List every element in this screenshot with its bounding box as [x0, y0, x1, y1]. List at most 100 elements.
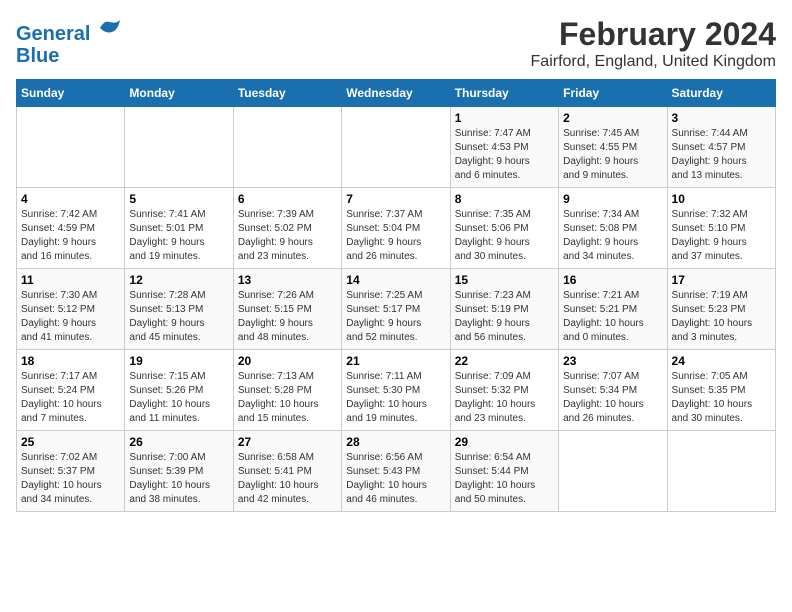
day-info: Sunrise: 7:19 AM Sunset: 5:23 PM Dayligh… [672, 289, 771, 345]
day-info: Sunrise: 7:17 AM Sunset: 5:24 PM Dayligh… [21, 370, 120, 426]
day-number: 13 [238, 273, 337, 287]
day-number: 2 [563, 111, 662, 125]
day-info: Sunrise: 7:32 AM Sunset: 5:10 PM Dayligh… [672, 208, 771, 264]
calendar-cell: 17Sunrise: 7:19 AM Sunset: 5:23 PM Dayli… [667, 269, 775, 350]
calendar-cell: 7 Sunrise: 7:37 AM Sunset: 5:04 PM Daylig… [342, 188, 450, 269]
calendar-cell: 21Sunrise: 7:11 AM Sunset: 5:30 PM Dayli… [342, 350, 450, 431]
day-number: 26 [129, 435, 228, 449]
day-number: 12 [129, 273, 228, 287]
day-number: 27 [238, 435, 337, 449]
calendar-week-row: 18 Sunrise: 7:17 AM Sunset: 5:24 PM Dayli… [17, 350, 776, 431]
calendar-cell [342, 107, 450, 188]
day-info: Sunrise: 7:47 AM Sunset: 4:53 PM Dayligh… [455, 127, 554, 183]
calendar-week-row: 1 Sunrise: 7:47 AM Sunset: 4:53 PM Daylig… [17, 107, 776, 188]
day-number: 8 [455, 192, 554, 206]
day-of-week-header: Thursday [450, 80, 558, 107]
day-number: 10 [672, 192, 771, 206]
calendar-body: 1 Sunrise: 7:47 AM Sunset: 4:53 PM Daylig… [17, 107, 776, 512]
day-info: Sunrise: 7:15 AM Sunset: 5:26 PM Dayligh… [129, 370, 228, 426]
calendar-header-row: SundayMondayTuesdayWednesdayThursdayFrid… [17, 80, 776, 107]
day-number: 14 [346, 273, 445, 287]
calendar-week-row: 11 Sunrise: 7:30 AM Sunset: 5:12 PM Dayli… [17, 269, 776, 350]
day-info: Sunrise: 6:58 AM Sunset: 5:41 PM Dayligh… [238, 451, 337, 507]
day-number: 28 [346, 435, 445, 449]
day-number: 15 [455, 273, 554, 287]
calendar-cell: 22 Sunrise: 7:09 AM Sunset: 5:32 PM Dayli… [450, 350, 558, 431]
calendar-cell: 15 Sunrise: 7:23 AM Sunset: 5:19 PM Dayli… [450, 269, 558, 350]
day-info: Sunrise: 7:11 AM Sunset: 5:30 PM Dayligh… [346, 370, 445, 426]
subtitle: Fairford, England, United Kingdom [531, 53, 776, 71]
calendar-cell: 14Sunrise: 7:25 AM Sunset: 5:17 PM Dayli… [342, 269, 450, 350]
day-number: 11 [21, 273, 120, 287]
calendar-cell: 18 Sunrise: 7:17 AM Sunset: 5:24 PM Dayli… [17, 350, 125, 431]
calendar-week-row: 25Sunrise: 7:02 AM Sunset: 5:37 PM Dayli… [17, 431, 776, 512]
day-info: Sunrise: 7:42 AM Sunset: 4:59 PM Dayligh… [21, 208, 120, 264]
day-info: Sunrise: 7:09 AM Sunset: 5:32 PM Dayligh… [455, 370, 554, 426]
page-header: General Blue February 2024 Fairford, Eng… [16, 16, 776, 71]
day-info: Sunrise: 7:05 AM Sunset: 5:35 PM Dayligh… [672, 370, 771, 426]
logo-text2: Blue [16, 45, 122, 67]
calendar-cell: 24Sunrise: 7:05 AM Sunset: 5:35 PM Dayli… [667, 350, 775, 431]
logo-icon [98, 16, 122, 40]
day-of-week-header: Tuesday [233, 80, 341, 107]
calendar-cell: 23 Sunrise: 7:07 AM Sunset: 5:34 PM Dayli… [559, 350, 667, 431]
calendar-cell: 4 Sunrise: 7:42 AM Sunset: 4:59 PM Daylig… [17, 188, 125, 269]
calendar-cell [667, 431, 775, 512]
calendar-cell: 2 Sunrise: 7:45 AM Sunset: 4:55 PM Daylig… [559, 107, 667, 188]
calendar-cell: 12Sunrise: 7:28 AM Sunset: 5:13 PM Dayli… [125, 269, 233, 350]
calendar-table: SundayMondayTuesdayWednesdayThursdayFrid… [16, 79, 776, 512]
day-info: Sunrise: 7:23 AM Sunset: 5:19 PM Dayligh… [455, 289, 554, 345]
day-info: Sunrise: 7:21 AM Sunset: 5:21 PM Dayligh… [563, 289, 662, 345]
calendar-cell [125, 107, 233, 188]
calendar-cell: 3Sunrise: 7:44 AM Sunset: 4:57 PM Daylig… [667, 107, 775, 188]
day-info: Sunrise: 6:54 AM Sunset: 5:44 PM Dayligh… [455, 451, 554, 507]
day-number: 1 [455, 111, 554, 125]
title-block: February 2024 Fairford, England, United … [531, 16, 776, 71]
calendar-cell: 29 Sunrise: 6:54 AM Sunset: 5:44 PM Dayli… [450, 431, 558, 512]
day-info: Sunrise: 7:37 AM Sunset: 5:04 PM Dayligh… [346, 208, 445, 264]
calendar-cell: 16 Sunrise: 7:21 AM Sunset: 5:21 PM Dayli… [559, 269, 667, 350]
day-info: Sunrise: 7:02 AM Sunset: 5:37 PM Dayligh… [21, 451, 120, 507]
calendar-cell: 25Sunrise: 7:02 AM Sunset: 5:37 PM Dayli… [17, 431, 125, 512]
day-info: Sunrise: 7:00 AM Sunset: 5:39 PM Dayligh… [129, 451, 228, 507]
day-number: 29 [455, 435, 554, 449]
day-of-week-header: Monday [125, 80, 233, 107]
day-info: Sunrise: 7:41 AM Sunset: 5:01 PM Dayligh… [129, 208, 228, 264]
day-info: Sunrise: 7:30 AM Sunset: 5:12 PM Dayligh… [21, 289, 120, 345]
calendar-cell [559, 431, 667, 512]
day-number: 4 [21, 192, 120, 206]
calendar-cell: 10 Sunrise: 7:32 AM Sunset: 5:10 PM Dayli… [667, 188, 775, 269]
day-number: 23 [563, 354, 662, 368]
day-info: Sunrise: 7:26 AM Sunset: 5:15 PM Dayligh… [238, 289, 337, 345]
calendar-cell: 28 Sunrise: 6:56 AM Sunset: 5:43 PM Dayli… [342, 431, 450, 512]
day-number: 5 [129, 192, 228, 206]
calendar-cell: 26 Sunrise: 7:00 AM Sunset: 5:39 PM Dayli… [125, 431, 233, 512]
calendar-cell: 27 Sunrise: 6:58 AM Sunset: 5:41 PM Dayli… [233, 431, 341, 512]
day-number: 18 [21, 354, 120, 368]
day-number: 16 [563, 273, 662, 287]
day-info: Sunrise: 7:39 AM Sunset: 5:02 PM Dayligh… [238, 208, 337, 264]
day-number: 9 [563, 192, 662, 206]
calendar-cell: 9 Sunrise: 7:34 AM Sunset: 5:08 PM Daylig… [559, 188, 667, 269]
day-of-week-header: Wednesday [342, 80, 450, 107]
day-of-week-header: Friday [559, 80, 667, 107]
calendar-cell: 8Sunrise: 7:35 AM Sunset: 5:06 PM Daylig… [450, 188, 558, 269]
day-of-week-header: Saturday [667, 80, 775, 107]
day-info: Sunrise: 7:13 AM Sunset: 5:28 PM Dayligh… [238, 370, 337, 426]
day-number: 19 [129, 354, 228, 368]
main-title: February 2024 [531, 16, 776, 53]
day-number: 22 [455, 354, 554, 368]
day-info: Sunrise: 7:34 AM Sunset: 5:08 PM Dayligh… [563, 208, 662, 264]
day-info: Sunrise: 7:45 AM Sunset: 4:55 PM Dayligh… [563, 127, 662, 183]
calendar-cell: 6Sunrise: 7:39 AM Sunset: 5:02 PM Daylig… [233, 188, 341, 269]
day-number: 7 [346, 192, 445, 206]
day-info: Sunrise: 6:56 AM Sunset: 5:43 PM Dayligh… [346, 451, 445, 507]
day-info: Sunrise: 7:07 AM Sunset: 5:34 PM Dayligh… [563, 370, 662, 426]
calendar-week-row: 4 Sunrise: 7:42 AM Sunset: 4:59 PM Daylig… [17, 188, 776, 269]
calendar-cell [17, 107, 125, 188]
calendar-cell: 19 Sunrise: 7:15 AM Sunset: 5:26 PM Dayli… [125, 350, 233, 431]
calendar-cell: 20Sunrise: 7:13 AM Sunset: 5:28 PM Dayli… [233, 350, 341, 431]
logo-text: General [16, 16, 122, 45]
day-of-week-header: Sunday [17, 80, 125, 107]
logo: General Blue [16, 16, 122, 67]
